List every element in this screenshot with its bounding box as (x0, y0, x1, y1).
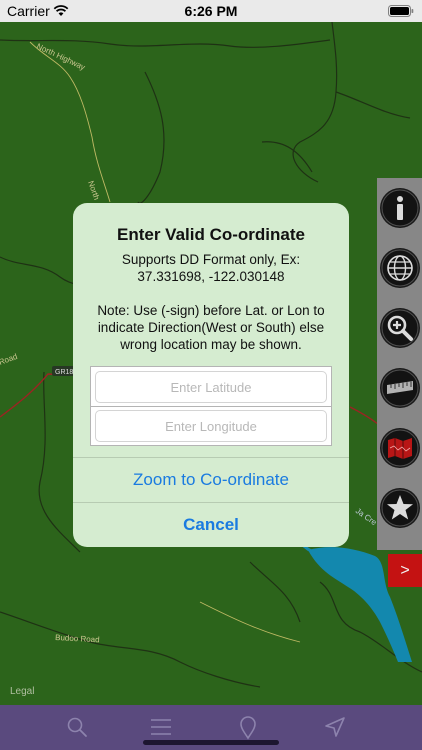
cancel-button[interactable]: Cancel (73, 503, 349, 547)
navigation-tab[interactable] (322, 714, 348, 740)
search-tab[interactable] (64, 714, 90, 740)
menu-tab[interactable] (148, 714, 174, 740)
latitude-input[interactable] (95, 371, 327, 403)
format-line-2: 37.331698, -122.030148 (137, 269, 285, 284)
location-tab[interactable] (235, 714, 261, 740)
field-divider (91, 406, 331, 407)
zoom-to-coordinate-button[interactable]: Zoom to Co-ordinate (73, 458, 349, 502)
note-line-1: Note: Use (-sign) before Lat. or Lon to (97, 303, 325, 318)
coordinate-fields (90, 366, 332, 446)
dialog-message: Supports DD Format only, Ex: 37.331698, … (87, 251, 335, 353)
search-icon (67, 717, 87, 737)
navigation-arrow-icon (325, 717, 345, 737)
home-indicator (143, 740, 279, 745)
dialog-title: Enter Valid Co-ordinate (117, 225, 305, 244)
format-line-1: Supports DD Format only, Ex: (121, 252, 301, 267)
note-line-2: indicate Direction(West or South) else (97, 320, 325, 335)
menu-icon (151, 719, 171, 735)
note-line-3: wrong location may be shown. (120, 337, 302, 352)
location-pin-icon (240, 716, 256, 740)
longitude-input[interactable] (95, 410, 327, 442)
coordinate-dialog: Enter Valid Co-ordinate Supports DD Form… (73, 203, 349, 547)
